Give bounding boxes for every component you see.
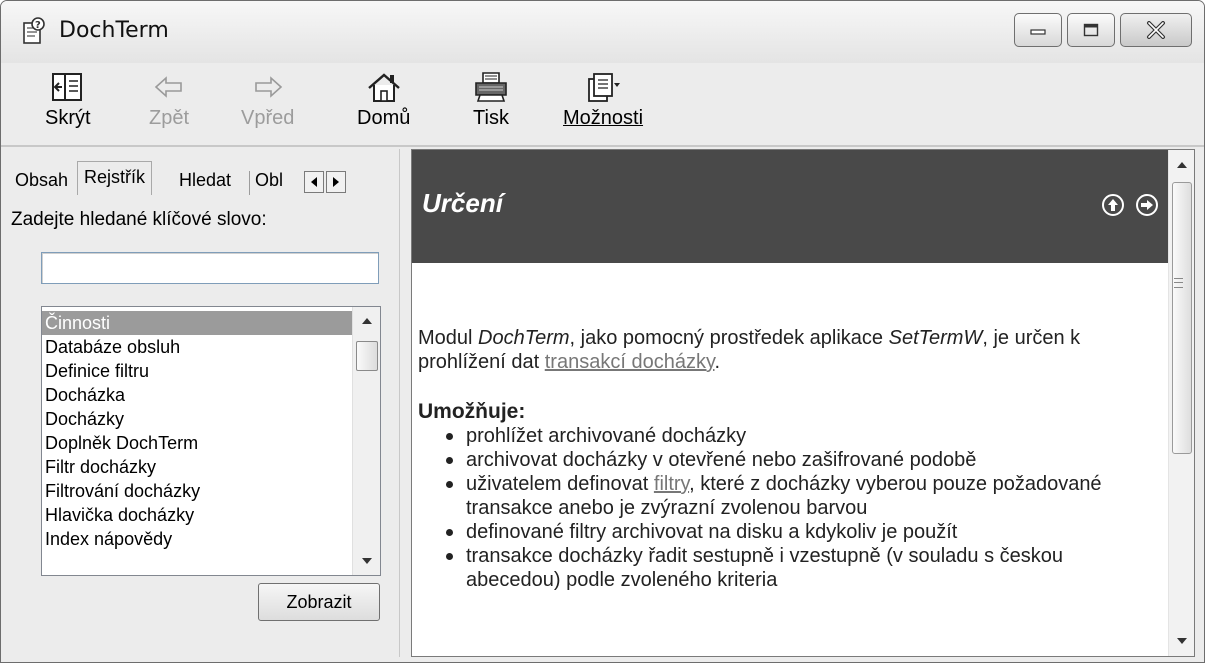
index-list-item[interactable]: Filtr docházky bbox=[42, 455, 352, 479]
title-bar[interactable]: ? DochTerm bbox=[1, 1, 1204, 63]
feature-item: uživatelem definovat filtry, které z doc… bbox=[446, 472, 1163, 520]
index-list-item[interactable]: Definice filtru bbox=[42, 359, 352, 383]
triangle-right-icon bbox=[333, 177, 339, 187]
back-label: Zpět bbox=[149, 107, 190, 129]
intro-emphasis-settermw: SetTermW bbox=[888, 327, 983, 349]
options-button[interactable]: Možnosti bbox=[563, 71, 643, 130]
minimize-icon bbox=[1030, 29, 1046, 35]
intro-emphasis-dochterm: DochTerm bbox=[478, 327, 570, 349]
filters-link[interactable]: filtry bbox=[654, 473, 689, 495]
index-list-item[interactable]: Hlavička docházky bbox=[42, 503, 352, 527]
keyword-prompt: Zadejte hledané klíčové slovo: bbox=[11, 209, 267, 230]
feature-item: transakce docházky řadit sestupně i vzes… bbox=[446, 544, 1163, 592]
attendance-transactions-link[interactable]: transakcí docházky bbox=[545, 351, 715, 373]
options-label: Možnosti bbox=[563, 107, 644, 129]
topic-pane: Určení Modul DochTerm, jako pomocný pros… bbox=[411, 149, 1195, 657]
scroll-up-button[interactable] bbox=[353, 309, 380, 333]
intro-text: , jako pomocný prostředek aplikace bbox=[569, 327, 889, 349]
toolbar: Skrýt Zpět Vpřed Domů Tisk Možnosti bbox=[1, 63, 1204, 145]
navigation-tabs: Obsah Rejstřík Hledat Obl bbox=[9, 161, 396, 195]
maximize-button[interactable] bbox=[1067, 13, 1115, 47]
hide-button[interactable]: Skrýt bbox=[45, 71, 91, 130]
feature-item: prohlížet archivované docházky bbox=[446, 424, 1163, 448]
index-list[interactable]: Činnosti Databáze obsluh Definice filtru Do… bbox=[41, 306, 381, 576]
triangle-up-icon bbox=[362, 318, 372, 324]
tab-contents[interactable]: Obsah bbox=[9, 165, 74, 195]
index-list-item[interactable]: Docházky bbox=[42, 407, 352, 431]
feature-item: archivovat docházky v otevřené nebo zaši… bbox=[446, 448, 1163, 472]
triangle-down-icon bbox=[1177, 638, 1187, 644]
index-list-item[interactable]: Doplněk DochTerm bbox=[42, 431, 352, 455]
tab-favorites[interactable]: Obl bbox=[251, 165, 301, 195]
hide-pane-icon bbox=[51, 73, 82, 101]
print-button[interactable]: Tisk bbox=[473, 71, 509, 130]
feature-item: definované filtry archivovat na disku a … bbox=[446, 520, 1163, 544]
triangle-up-icon bbox=[1177, 162, 1187, 168]
back-button[interactable]: Zpět bbox=[149, 71, 189, 130]
pane-splitter[interactable] bbox=[399, 149, 409, 657]
index-items: Činnosti Databáze obsluh Definice filtru Do… bbox=[42, 311, 352, 551]
keyword-input[interactable] bbox=[41, 252, 379, 284]
window-title: DochTerm bbox=[59, 18, 169, 43]
printer-icon bbox=[475, 72, 507, 102]
navigation-pane: Obsah Rejstřík Hledat Obl Zadejte hledan… bbox=[9, 149, 396, 657]
scroll-grip-icon bbox=[1174, 278, 1183, 288]
topic-scroll-down-button[interactable] bbox=[1169, 628, 1194, 654]
features-list: prohlížet archivované docházky archivova… bbox=[418, 424, 1163, 592]
hide-label: Skrýt bbox=[45, 107, 91, 129]
home-icon bbox=[367, 73, 400, 102]
topic-body: Modul DochTerm, jako pomocný prostředek … bbox=[418, 326, 1163, 592]
arrow-left-icon bbox=[154, 76, 182, 98]
features-heading: Umožňuje: bbox=[418, 400, 526, 423]
index-list-item[interactable]: Databáze obsluh bbox=[42, 335, 352, 359]
tab-search[interactable]: Hledat bbox=[173, 165, 237, 195]
previous-topic-icon[interactable] bbox=[1102, 194, 1124, 216]
topic-scrollbar[interactable] bbox=[1168, 150, 1194, 656]
forward-label: Vpřed bbox=[241, 107, 295, 129]
index-list-item[interactable]: Filtrování docházky bbox=[42, 479, 352, 503]
scroll-thumb[interactable] bbox=[356, 341, 378, 371]
toolbar-divider bbox=[1, 145, 1204, 147]
topic-header: Určení bbox=[412, 150, 1169, 263]
options-icon bbox=[588, 73, 621, 102]
close-button[interactable] bbox=[1120, 13, 1192, 47]
index-list-scrollbar[interactable] bbox=[352, 307, 380, 575]
index-list-item[interactable]: Docházka bbox=[42, 383, 352, 407]
topic-scroll-up-button[interactable] bbox=[1169, 152, 1194, 178]
tab-scroll-right-button[interactable] bbox=[326, 171, 346, 193]
tab-separator bbox=[249, 171, 250, 195]
intro-text: . bbox=[714, 351, 721, 373]
next-topic-icon[interactable] bbox=[1136, 194, 1158, 216]
minimize-button[interactable] bbox=[1014, 13, 1062, 47]
index-list-item[interactable]: Index nápovědy bbox=[42, 527, 352, 551]
forward-button[interactable]: Vpřed bbox=[241, 71, 294, 130]
triangle-left-icon bbox=[311, 177, 317, 187]
maximize-icon bbox=[1083, 23, 1099, 37]
arrow-right-icon bbox=[254, 76, 282, 98]
scroll-down-button[interactable] bbox=[353, 549, 380, 573]
home-label: Domů bbox=[357, 107, 411, 129]
print-label: Tisk bbox=[473, 107, 509, 129]
close-icon bbox=[1147, 21, 1165, 39]
intro-text: Modul bbox=[418, 327, 479, 349]
tab-index[interactable]: Rejstřík bbox=[77, 161, 153, 195]
show-button[interactable]: Zobrazit bbox=[258, 583, 380, 621]
tab-scroll-left-button[interactable] bbox=[304, 171, 324, 193]
index-list-item[interactable]: Činnosti bbox=[42, 311, 352, 335]
topic-title: Určení bbox=[422, 188, 503, 218]
help-window: ? DochTerm Skrýt Zpět Vpřed Domů Tisk Mo… bbox=[0, 0, 1205, 663]
home-button[interactable]: Domů bbox=[357, 71, 410, 130]
feature-text: uživatelem definovat bbox=[466, 473, 654, 495]
triangle-down-icon bbox=[362, 558, 372, 564]
topic-scroll-thumb[interactable] bbox=[1172, 182, 1192, 454]
svg-text:?: ? bbox=[35, 20, 41, 31]
intro-paragraph: Modul DochTerm, jako pomocný prostředek … bbox=[418, 326, 1163, 374]
help-book-icon: ? bbox=[23, 17, 45, 44]
